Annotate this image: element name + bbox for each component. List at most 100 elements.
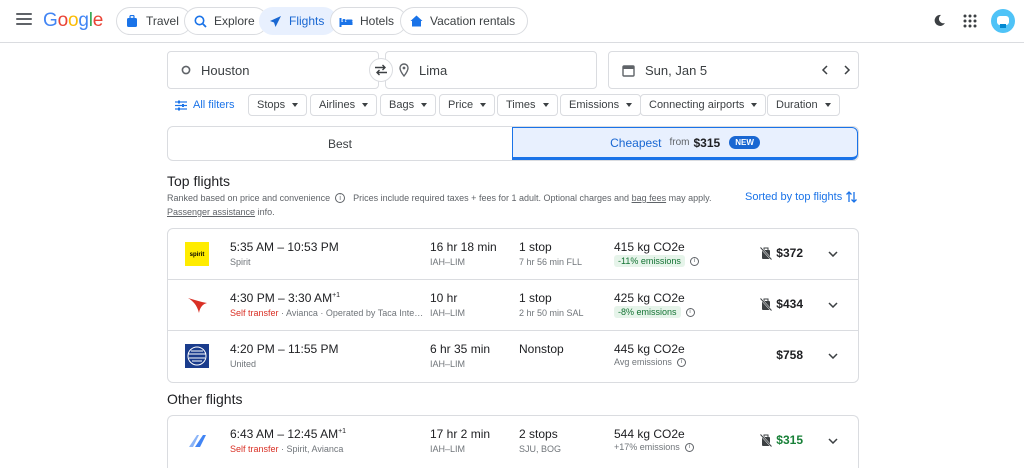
flight-stops: 1 stop bbox=[519, 291, 552, 305]
flight-times: 4:30 PM – 3:30 AM+1 bbox=[230, 291, 341, 305]
airline-name: Self transfer · Spirit, Avianca bbox=[230, 444, 344, 454]
info-icon[interactable]: i bbox=[684, 442, 694, 452]
cheapest-option[interactable]: Cheapest from $315 NEW bbox=[512, 127, 858, 160]
emissions-label: +17% emissions i bbox=[614, 442, 694, 452]
flight-stops: Nonstop bbox=[519, 342, 564, 356]
sort-arrows-icon bbox=[846, 191, 858, 203]
passenger-note: Passenger assistance info. bbox=[167, 207, 275, 217]
house-icon bbox=[409, 14, 423, 28]
tab-hotels[interactable]: Hotels bbox=[330, 7, 408, 35]
previous-date-icon[interactable] bbox=[816, 61, 834, 79]
spirit-logo: spirit bbox=[185, 242, 209, 266]
flight-route: IAH–LIM bbox=[430, 359, 466, 369]
airline-name: Self transfer · Avianca · Operated by Ta… bbox=[230, 308, 426, 318]
chevron-down-icon bbox=[421, 103, 428, 107]
swap-icon[interactable] bbox=[369, 58, 393, 82]
dark-mode-icon[interactable] bbox=[933, 14, 946, 32]
co2-value: 544 kg CO2e bbox=[614, 427, 685, 441]
filter-sliders-icon bbox=[175, 100, 187, 111]
flight-route: IAH–LIM bbox=[430, 257, 466, 267]
menu-icon[interactable] bbox=[16, 13, 32, 27]
tab-explore[interactable]: Explore bbox=[184, 7, 268, 35]
apps-icon[interactable] bbox=[963, 14, 977, 33]
flight-price: $315 bbox=[760, 433, 803, 447]
new-badge: NEW bbox=[729, 136, 760, 149]
chevron-down-icon bbox=[480, 103, 487, 107]
filter-price[interactable]: Price bbox=[439, 94, 496, 116]
flight-price: $434 bbox=[760, 297, 803, 311]
chevron-down-icon bbox=[626, 103, 633, 107]
filter-stops[interactable]: Stops bbox=[248, 94, 308, 116]
flight-times: 6:43 AM – 12:45 AM+1 bbox=[230, 427, 347, 441]
filter-airlines[interactable]: Airlines bbox=[310, 94, 378, 116]
location-pin-icon bbox=[399, 63, 409, 77]
flight-duration: 17 hr 2 min bbox=[430, 427, 491, 441]
info-icon[interactable]: i bbox=[685, 307, 695, 317]
tab-vacation-rentals[interactable]: Vacation rentals bbox=[400, 7, 529, 35]
layover-info: 2 hr 50 min SAL bbox=[519, 308, 584, 318]
flight-times: 5:35 AM – 10:53 PM bbox=[230, 240, 339, 254]
info-icon[interactable]: i bbox=[676, 357, 686, 367]
top-bar: Google Travel Explore Flights Hotels Vac… bbox=[0, 0, 1024, 43]
co2-value: 425 kg CO2e bbox=[614, 291, 685, 305]
account-avatar[interactable] bbox=[991, 9, 1015, 33]
top-flights-list: spirit 5:35 AM – 10:53 PM Spirit 16 hr 1… bbox=[167, 228, 859, 383]
best-option[interactable]: Best bbox=[168, 127, 512, 160]
next-date-icon[interactable] bbox=[838, 61, 856, 79]
flight-duration: 10 hr bbox=[430, 291, 458, 305]
co2-value: 445 kg CO2e bbox=[614, 342, 685, 356]
flight-times: 4:20 PM – 11:55 PM bbox=[230, 342, 339, 356]
emissions-label: Avg emissions i bbox=[614, 357, 686, 367]
flight-row[interactable]: 6:43 AM – 12:45 AM+1 Self transfer · Spi… bbox=[168, 416, 858, 467]
no-carry-on-icon bbox=[760, 297, 773, 311]
flight-route: IAH–LIM bbox=[430, 444, 466, 454]
filter-connecting-airports[interactable]: Connecting airports bbox=[640, 94, 767, 116]
filter-duration[interactable]: Duration bbox=[767, 94, 840, 116]
chevron-down-icon bbox=[824, 103, 831, 107]
sort-toggle: Best Cheapest from $315 NEW bbox=[167, 126, 859, 161]
layover-info: 7 hr 56 min FLL bbox=[519, 257, 583, 267]
multi-airline-logo bbox=[185, 429, 209, 453]
chevron-down-icon bbox=[292, 103, 299, 107]
plane-icon bbox=[268, 14, 282, 28]
expand-chevron-icon[interactable] bbox=[826, 298, 840, 312]
tab-travel[interactable]: Travel bbox=[116, 7, 192, 35]
flight-row[interactable]: 4:20 PM – 11:55 PM United 6 hr 35 min IA… bbox=[168, 331, 858, 382]
top-flights-title: Top flights bbox=[167, 173, 231, 189]
passenger-assistance-link[interactable]: Passenger assistance bbox=[167, 207, 255, 217]
origin-circle-icon bbox=[181, 65, 191, 75]
ranking-note: Ranked based on price and convenience i … bbox=[167, 193, 712, 203]
all-filters-button[interactable]: All filters bbox=[175, 96, 235, 114]
tab-flights[interactable]: Flights bbox=[259, 7, 338, 35]
co2-value: 415 kg CO2e bbox=[614, 240, 685, 254]
svg-text:spirit: spirit bbox=[190, 252, 205, 258]
sorted-by-button[interactable]: Sorted by top flights bbox=[745, 191, 858, 203]
chevron-down-icon bbox=[542, 103, 549, 107]
calendar-icon bbox=[622, 64, 635, 77]
expand-chevron-icon[interactable] bbox=[826, 349, 840, 363]
airline-name: Spirit bbox=[230, 257, 251, 267]
filter-emissions[interactable]: Emissions bbox=[560, 94, 642, 116]
flight-price: $758 bbox=[776, 348, 803, 362]
emissions-label: -11% emissions i bbox=[614, 255, 699, 267]
filter-bags[interactable]: Bags bbox=[380, 94, 437, 116]
flight-stops: 1 stop bbox=[519, 240, 552, 254]
destination-field[interactable]: Lima bbox=[385, 51, 597, 89]
flight-row[interactable]: spirit 5:35 AM – 10:53 PM Spirit 16 hr 1… bbox=[168, 229, 858, 280]
info-icon[interactable]: i bbox=[335, 193, 346, 203]
flight-price: $372 bbox=[760, 246, 803, 260]
explore-icon bbox=[193, 14, 207, 28]
flight-row[interactable]: 4:30 PM – 3:30 AM+1 Self transfer · Avia… bbox=[168, 280, 858, 331]
expand-chevron-icon[interactable] bbox=[826, 247, 840, 261]
other-flights-list: 6:43 AM – 12:45 AM+1 Self transfer · Spi… bbox=[167, 415, 859, 468]
origin-field[interactable]: Houston bbox=[167, 51, 379, 89]
google-logo[interactable]: Google bbox=[43, 10, 103, 32]
bag-fees-link[interactable]: bag fees bbox=[632, 193, 667, 203]
expand-chevron-icon[interactable] bbox=[826, 434, 840, 448]
info-icon[interactable]: i bbox=[689, 256, 699, 266]
filter-times[interactable]: Times bbox=[497, 94, 558, 116]
avianca-logo bbox=[185, 293, 209, 317]
layover-info: SJU, BOG bbox=[519, 444, 562, 454]
suitcase-icon bbox=[125, 14, 139, 28]
other-flights-title: Other flights bbox=[167, 391, 243, 407]
